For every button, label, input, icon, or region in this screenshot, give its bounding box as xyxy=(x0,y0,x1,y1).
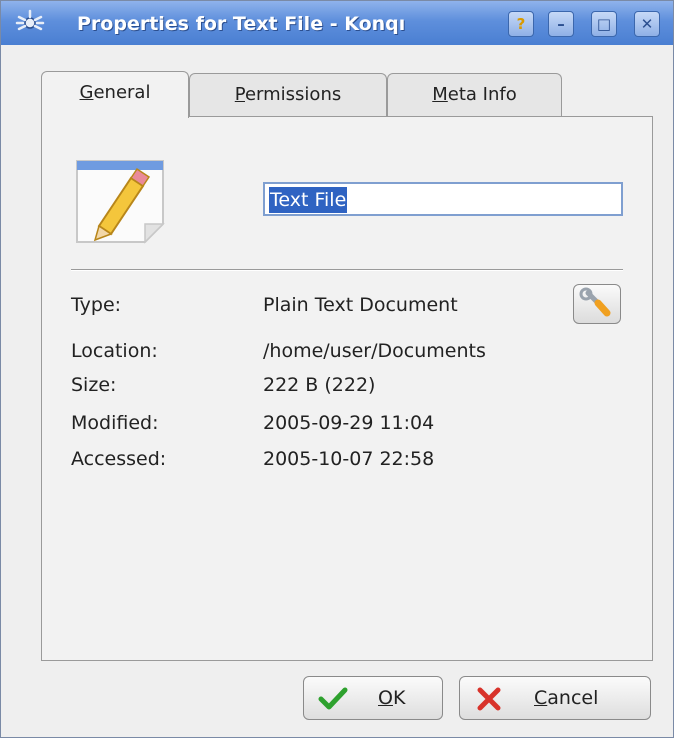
tab-general-label: eneral xyxy=(93,82,151,103)
ok-label-rest: K xyxy=(392,687,406,709)
size-label: Size: xyxy=(71,374,117,396)
wrench-icon xyxy=(579,287,611,317)
type-label: Type: xyxy=(71,294,122,316)
checkmark-icon xyxy=(318,687,348,710)
location-value: /home/user/Documents xyxy=(263,340,486,362)
modified-label: Modified: xyxy=(71,412,159,434)
tab-permissions[interactable]: Permissions xyxy=(189,73,387,117)
close-button[interactable]: ✕ xyxy=(634,11,660,37)
file-name-input[interactable]: Text File xyxy=(263,182,623,216)
konqueror-app-icon xyxy=(15,9,45,31)
ok-button[interactable]: OK xyxy=(303,676,443,720)
cancel-label: Cancel xyxy=(534,677,598,719)
tab-meta-info-accel: M xyxy=(432,84,448,105)
cancel-accel: C xyxy=(534,687,548,709)
tab-general[interactable]: General xyxy=(41,71,189,118)
tab-permissions-accel: P xyxy=(234,84,245,105)
ok-accel: O xyxy=(378,687,393,709)
edit-file-type-button[interactable] xyxy=(573,284,621,324)
tab-meta-info[interactable]: Meta Info xyxy=(387,73,562,117)
size-value: 222 B (222) xyxy=(263,374,376,396)
tab-general-accel: G xyxy=(79,82,94,103)
cancel-label-rest: ancel xyxy=(547,687,599,709)
red-x-icon xyxy=(477,687,501,711)
help-button[interactable]: ? xyxy=(508,11,534,37)
properties-dialog: Properties for Text File - Konqı ? – □ ✕… xyxy=(0,0,674,738)
minimize-button[interactable]: – xyxy=(548,11,574,37)
accessed-value: 2005-10-07 22:58 xyxy=(263,448,435,470)
text-file-pencil-icon[interactable] xyxy=(71,156,171,246)
separator xyxy=(71,269,623,271)
tab-meta-info-label: eta Info xyxy=(447,84,517,105)
tab-permissions-label: ermissions xyxy=(244,84,342,105)
modified-value: 2005-09-29 11:04 xyxy=(263,412,435,434)
type-value: Plain Text Document xyxy=(263,294,458,316)
cancel-button[interactable]: Cancel xyxy=(459,676,651,720)
maximize-button[interactable]: □ xyxy=(591,11,617,37)
ok-label: OK xyxy=(378,677,405,719)
location-label: Location: xyxy=(71,340,158,362)
file-name-selected-text: Text File xyxy=(269,187,348,213)
accessed-label: Accessed: xyxy=(71,448,167,470)
window-title: Properties for Text File - Konqı xyxy=(77,13,406,35)
title-bar[interactable]: Properties for Text File - Konqı ? – □ ✕ xyxy=(1,1,673,45)
